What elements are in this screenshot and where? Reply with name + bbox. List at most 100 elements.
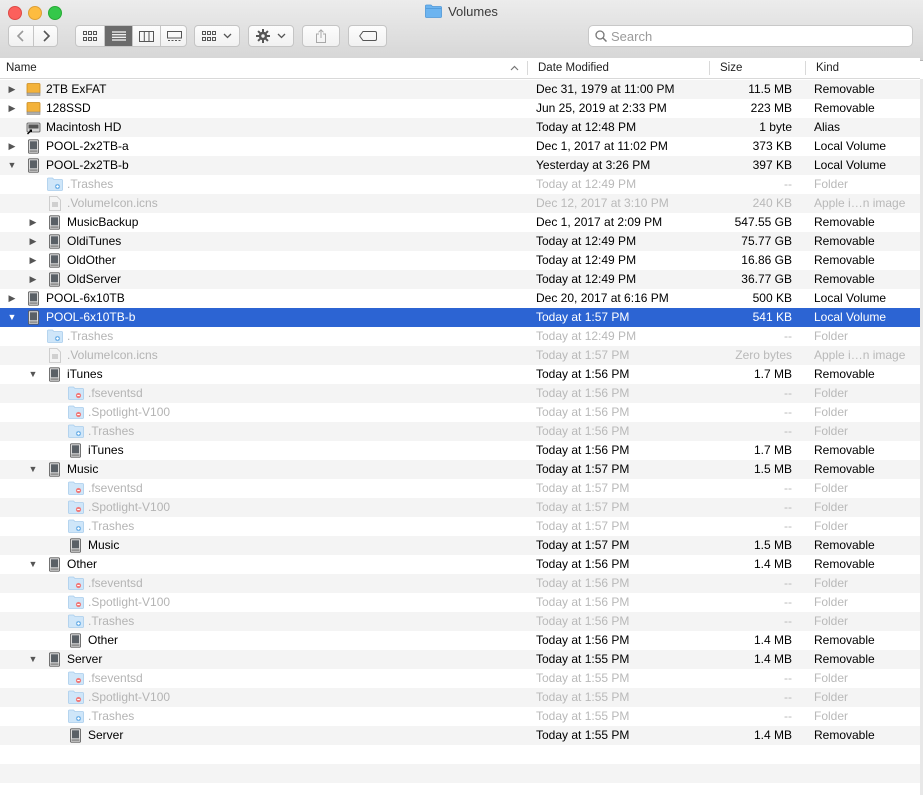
table-row[interactable]: Macintosh HD Today at 12:48 PM 1 byte Alias [0,118,920,137]
table-row[interactable]: ▼ Other Today at 1:56 PM 1.4 MB Removable [0,555,920,574]
date-modified: Today at 1:57 PM [536,500,630,514]
restricted-folder-icon [68,386,84,401]
table-row[interactable]: ▶ OldServer Today at 12:49 PM 36.77 GB Remov… [0,270,920,289]
disclosure-triangle-icon[interactable]: ▼ [6,308,18,327]
table-row[interactable]: ▼ Music Today at 1:57 PM 1.5 MB Removable [0,460,920,479]
date-modified: Today at 1:57 PM [536,310,630,324]
chevron-down-icon [223,33,232,39]
disclosure-triangle-icon[interactable]: ▶ [6,80,18,99]
file-size: -- [784,671,792,685]
drive-icon [47,234,62,249]
kind-column-header[interactable]: Kind [816,58,839,78]
table-row[interactable]: ▶ MusicBackup Dec 1, 2017 at 2:09 PM 547.55… [0,213,920,232]
file-kind: Removable [814,82,875,96]
file-size: 500 KB [752,291,792,305]
file-name: Music [67,462,99,476]
size-column-header[interactable]: Size [720,58,742,78]
disclosure-triangle-icon[interactable]: ▶ [27,270,39,289]
table-row[interactable]: iTunes Today at 1:56 PM 1.7 MB Removable [0,441,920,460]
table-row[interactable]: .Trashes Today at 12:49 PM -- Folder [0,175,920,194]
disclosure-triangle-icon[interactable]: ▼ [27,650,39,669]
icon-view-button[interactable] [76,26,104,46]
table-row[interactable]: ▶ POOL-6x10TB Dec 20, 2017 at 6:16 PM 500 K… [0,289,920,308]
disclosure-triangle-icon[interactable]: ▼ [27,460,39,479]
file-size: 75.77 GB [741,234,792,248]
table-row[interactable]: .VolumeIcon.icns Dec 12, 2017 at 3:10 PM 2… [0,194,920,213]
file-size: 1.4 MB [753,633,792,647]
disclosure-triangle-icon[interactable]: ▶ [6,137,18,156]
search-field[interactable] [588,25,913,47]
gallery-view-button[interactable] [160,26,187,46]
date-modified: Today at 1:55 PM [536,728,630,742]
table-row[interactable]: .Spotlight-V100 Today at 1:56 PM -- Folder [0,403,920,422]
drive-icon [26,291,41,306]
search-icon [595,30,608,45]
file-name: .Spotlight-V100 [88,500,171,514]
table-row[interactable]: .Trashes Today at 1:57 PM -- Folder [0,517,920,536]
table-row[interactable]: .VolumeIcon.icns Today at 1:57 PM Zero byt… [0,346,920,365]
table-row[interactable]: ▼ POOL-6x10TB-b Today at 1:57 PM 541 KB Loca… [0,308,920,327]
table-row[interactable]: .Spotlight-V100 Today at 1:56 PM -- Folder [0,593,920,612]
restricted-folder-icon [68,671,84,686]
table-row[interactable]: Music Today at 1:57 PM 1.5 MB Removable [0,536,920,555]
file-name: 2TB ExFAT [46,82,107,96]
table-row[interactable]: ▼ iTunes Today at 1:56 PM 1.7 MB Removable [0,365,920,384]
drive-icon [47,215,62,230]
table-row[interactable]: .fseventsd Today at 1:57 PM -- Folder [0,479,920,498]
table-row[interactable]: .fseventsd Today at 1:56 PM -- Folder [0,384,920,403]
trash-folder-icon [47,329,63,344]
restricted-folder-icon [68,576,84,591]
file-size: 1.4 MB [753,557,792,571]
date-modified: Today at 12:48 PM [536,120,637,134]
back-button[interactable] [9,26,33,46]
search-input[interactable] [611,28,901,44]
table-row[interactable]: ▼ POOL-2x2TB-b Yesterday at 3:26 PM 397 KB L… [0,156,920,175]
table-row[interactable]: .Spotlight-V100 Today at 1:55 PM -- Folder [0,688,920,707]
file-name: POOL-2x2TB-a [46,139,129,153]
table-row[interactable]: ▶ OldOther Today at 12:49 PM 16.86 GB Remova… [0,251,920,270]
date-modified: Today at 1:56 PM [536,443,630,457]
restricted-folder-icon [68,595,84,610]
share-icon [316,29,326,43]
name-column-header[interactable]: Name [6,58,37,78]
disclosure-triangle-icon[interactable]: ▶ [6,99,18,118]
table-row[interactable]: Other Today at 1:56 PM 1.4 MB Removable [0,631,920,650]
disclosure-triangle-icon[interactable]: ▼ [27,365,39,384]
disclosure-triangle-icon[interactable]: ▶ [27,251,39,270]
action-button[interactable] [248,25,294,47]
disclosure-triangle-icon[interactable]: ▼ [6,156,18,175]
table-row[interactable]: .Trashes Today at 1:55 PM -- Folder [0,707,920,726]
table-row[interactable]: ▶ POOL-2x2TB-a Dec 1, 2017 at 11:02 PM 373 … [0,137,920,156]
file-name: .Trashes [88,709,135,723]
empty-row [0,745,920,764]
restricted-folder-icon [68,405,84,420]
share-button[interactable] [302,25,340,47]
sort-ascending-icon[interactable] [510,58,519,78]
table-row[interactable]: .Trashes Today at 1:56 PM -- Folder [0,422,920,441]
table-row[interactable]: Server Today at 1:55 PM 1.4 MB Removable [0,726,920,745]
edit-tags-button[interactable] [348,25,387,47]
date-column-header[interactable]: Date Modified [538,58,609,78]
disclosure-triangle-icon[interactable]: ▶ [6,289,18,308]
table-row[interactable]: ▶ 2TB ExFAT Dec 31, 1979 at 11:00 PM 11.5 M… [0,80,920,99]
table-row[interactable]: ▶ OldiTunes Today at 12:49 PM 75.77 GB Remov… [0,232,920,251]
column-view-button[interactable] [132,26,160,46]
disclosure-triangle-icon[interactable]: ▶ [27,232,39,251]
table-row[interactable]: .Trashes Today at 12:49 PM -- Folder [0,327,920,346]
table-row[interactable]: ▼ Server Today at 1:55 PM 1.4 MB Removable [0,650,920,669]
date-modified: Today at 1:56 PM [536,595,630,609]
list-view-button[interactable] [104,26,132,46]
table-row[interactable]: .Spotlight-V100 Today at 1:57 PM -- Folder [0,498,920,517]
table-row[interactable]: ▶ 128SSD Jun 25, 2019 at 2:33 PM 223 MB Remo… [0,99,920,118]
table-row[interactable]: .Trashes Today at 1:56 PM -- Folder [0,612,920,631]
disclosure-triangle-icon[interactable]: ▼ [27,555,39,574]
file-name: .Trashes [88,424,135,438]
file-kind: Folder [814,481,849,495]
table-row[interactable]: .fseventsd Today at 1:55 PM -- Folder [0,669,920,688]
disclosure-triangle-icon[interactable]: ▶ [27,213,39,232]
group-by-button[interactable] [194,25,240,47]
file-kind: Folder [814,519,849,533]
date-modified: Yesterday at 3:26 PM [536,158,651,172]
table-row[interactable]: .fseventsd Today at 1:56 PM -- Folder [0,574,920,593]
forward-button[interactable] [33,26,57,46]
